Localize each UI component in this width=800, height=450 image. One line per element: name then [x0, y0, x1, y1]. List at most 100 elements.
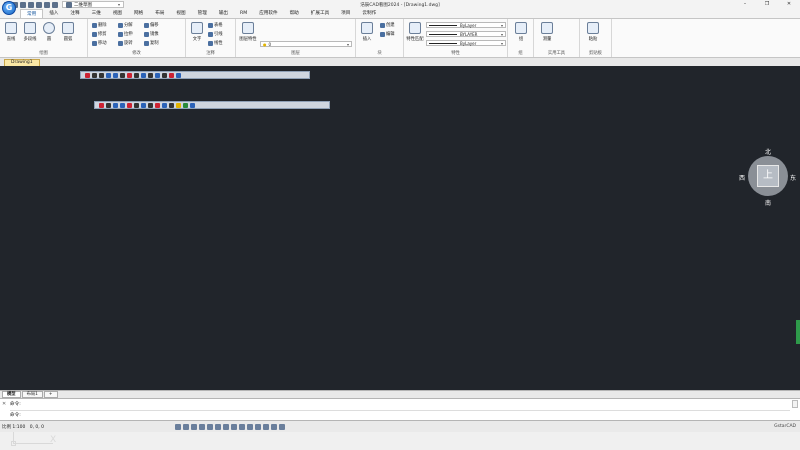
table-button[interactable]: 表格: [208, 22, 223, 28]
tab-view-2[interactable]: 视图: [170, 9, 191, 18]
compass-south[interactable]: 南: [765, 198, 771, 207]
save-icon[interactable]: [20, 1, 26, 8]
snap-toggle-icon[interactable]: [183, 424, 189, 430]
viewcube-top-face[interactable]: 上: [757, 165, 779, 187]
dim-diameter-icon[interactable]: [120, 102, 125, 108]
tab-annotate[interactable]: 注释: [64, 9, 85, 18]
command-input[interactable]: 命令:: [10, 410, 790, 419]
snap-quadrant-icon[interactable]: [113, 72, 118, 78]
fullscreen-icon[interactable]: [279, 424, 285, 430]
snap-midpoint-icon[interactable]: [92, 72, 97, 78]
measure-button[interactable]: 测量: [538, 22, 556, 42]
text-button[interactable]: 文字: [188, 22, 206, 42]
navigation-bar-handle[interactable]: [796, 320, 800, 344]
lineweight-dropdown[interactable]: ByLayer ▾: [426, 40, 506, 46]
close-button[interactable]: ✕: [778, 0, 800, 9]
dim-continue-icon[interactable]: [141, 102, 146, 108]
undo-icon[interactable]: [44, 1, 50, 8]
dim-linear-icon[interactable]: [99, 102, 104, 108]
tab-cloud[interactable]: 云制作: [356, 9, 382, 18]
snap-extension-icon[interactable]: [162, 72, 167, 78]
dim-radius-icon[interactable]: [113, 102, 118, 108]
add-layout-button[interactable]: +: [43, 391, 58, 398]
delete-button[interactable]: 删除: [92, 22, 107, 28]
dim-settings-icon[interactable]: [190, 102, 195, 108]
dim-style-icon[interactable]: [183, 102, 188, 108]
paste-button[interactable]: 粘贴: [584, 22, 602, 42]
workspace-switch-icon[interactable]: [255, 424, 261, 430]
tab-model[interactable]: 模型: [2, 391, 21, 398]
tab-help[interactable]: 帮助: [284, 9, 305, 18]
layer-dropdown[interactable]: ● 0 ▾: [260, 41, 352, 47]
trim-button[interactable]: 修剪: [92, 31, 107, 37]
snap-tangent-icon[interactable]: [120, 72, 125, 78]
osnap-toggle-icon[interactable]: [207, 424, 213, 430]
dim-baseline-icon[interactable]: [134, 102, 139, 108]
dim-edit-icon[interactable]: [169, 102, 174, 108]
arc-button[interactable]: 圆弧: [59, 22, 77, 42]
snap-none-icon[interactable]: [169, 72, 174, 78]
polyline-button[interactable]: 多段线: [21, 22, 39, 42]
edit-block-button[interactable]: 编辑: [380, 31, 395, 37]
snap-intersection-icon[interactable]: [99, 72, 104, 78]
snap-settings-icon[interactable]: [176, 72, 181, 78]
workspace-dropdown[interactable]: 二维草图 ▾: [62, 1, 124, 8]
snap-perpendicular-icon[interactable]: [127, 72, 132, 78]
floating-toolbar-dimension[interactable]: [94, 101, 330, 109]
isolate-icon[interactable]: [271, 424, 277, 430]
lineweight-toggle-icon[interactable]: [223, 424, 229, 430]
create-block-button[interactable]: 创建: [380, 22, 395, 28]
snap-endpoint-icon[interactable]: [85, 72, 90, 78]
color-dropdown[interactable]: ByLayer ▾: [426, 22, 506, 28]
insert-block-button[interactable]: 插入: [358, 22, 376, 42]
ortho-toggle-icon[interactable]: [191, 424, 197, 430]
close-icon[interactable]: ✕: [2, 401, 6, 407]
linetype-dropdown[interactable]: BYLAYER ▾: [426, 31, 506, 37]
compass-north[interactable]: 北: [765, 147, 771, 156]
tab-3d[interactable]: 三维: [86, 9, 107, 18]
stretch-button[interactable]: 拉伸: [118, 31, 133, 37]
save-as-icon[interactable]: [28, 1, 34, 8]
group-button[interactable]: 组: [512, 22, 530, 42]
tab-insert[interactable]: 插入: [43, 9, 64, 18]
layer-properties-button[interactable]: 图层特性: [238, 22, 258, 42]
floating-toolbar-snap[interactable]: [80, 71, 310, 79]
tab-layout1[interactable]: 布局1: [21, 391, 43, 398]
viewcube[interactable]: 上 北 南 东 西: [738, 146, 798, 208]
transparency-toggle-icon[interactable]: [231, 424, 237, 430]
selection-cycling-icon[interactable]: [239, 424, 245, 430]
tab-home[interactable]: 常用: [20, 9, 44, 18]
dim-aligned-icon[interactable]: [106, 102, 111, 108]
copy-button[interactable]: 复制: [144, 40, 159, 46]
line-button[interactable]: 直线: [2, 22, 20, 42]
drawing-canvas[interactable]: 上 北 南 东 西 Y X: [0, 66, 800, 446]
dim-center-icon[interactable]: [162, 102, 167, 108]
redo-icon[interactable]: [52, 1, 58, 8]
tab-extensions[interactable]: 扩展工具: [305, 9, 335, 18]
tab-layout[interactable]: 布局: [149, 9, 170, 18]
snap-insert-icon[interactable]: [148, 72, 153, 78]
document-tab[interactable]: Drawing1: [4, 59, 40, 66]
tab-rm[interactable]: RM: [234, 9, 253, 18]
compass-west[interactable]: 西: [739, 173, 745, 182]
tab-apps[interactable]: 应用软件: [253, 9, 283, 18]
minimize-button[interactable]: –: [734, 0, 756, 9]
polar-toggle-icon[interactable]: [199, 424, 205, 430]
snap-nearest-icon[interactable]: [155, 72, 160, 78]
leader-button[interactable]: 引线: [208, 31, 223, 37]
offset-button[interactable]: 偏移: [144, 22, 159, 28]
tab-manage[interactable]: 管理: [192, 9, 213, 18]
match-properties-button[interactable]: 特性匹配: [406, 22, 424, 42]
explode-button[interactable]: 分解: [118, 22, 133, 28]
dim-tolerance-icon[interactable]: [155, 102, 160, 108]
maximize-button[interactable]: ❐: [756, 0, 778, 9]
dim-update-icon[interactable]: [176, 102, 181, 108]
otrack-toggle-icon[interactable]: [215, 424, 221, 430]
app-logo-icon[interactable]: G: [2, 1, 16, 15]
snap-node-icon[interactable]: [141, 72, 146, 78]
dim-angular-icon[interactable]: [127, 102, 132, 108]
tab-output[interactable]: 输出: [213, 9, 234, 18]
compass-east[interactable]: 东: [790, 173, 796, 182]
circle-button[interactable]: 圆: [40, 22, 58, 42]
rotate-button[interactable]: 旋转: [118, 40, 133, 46]
